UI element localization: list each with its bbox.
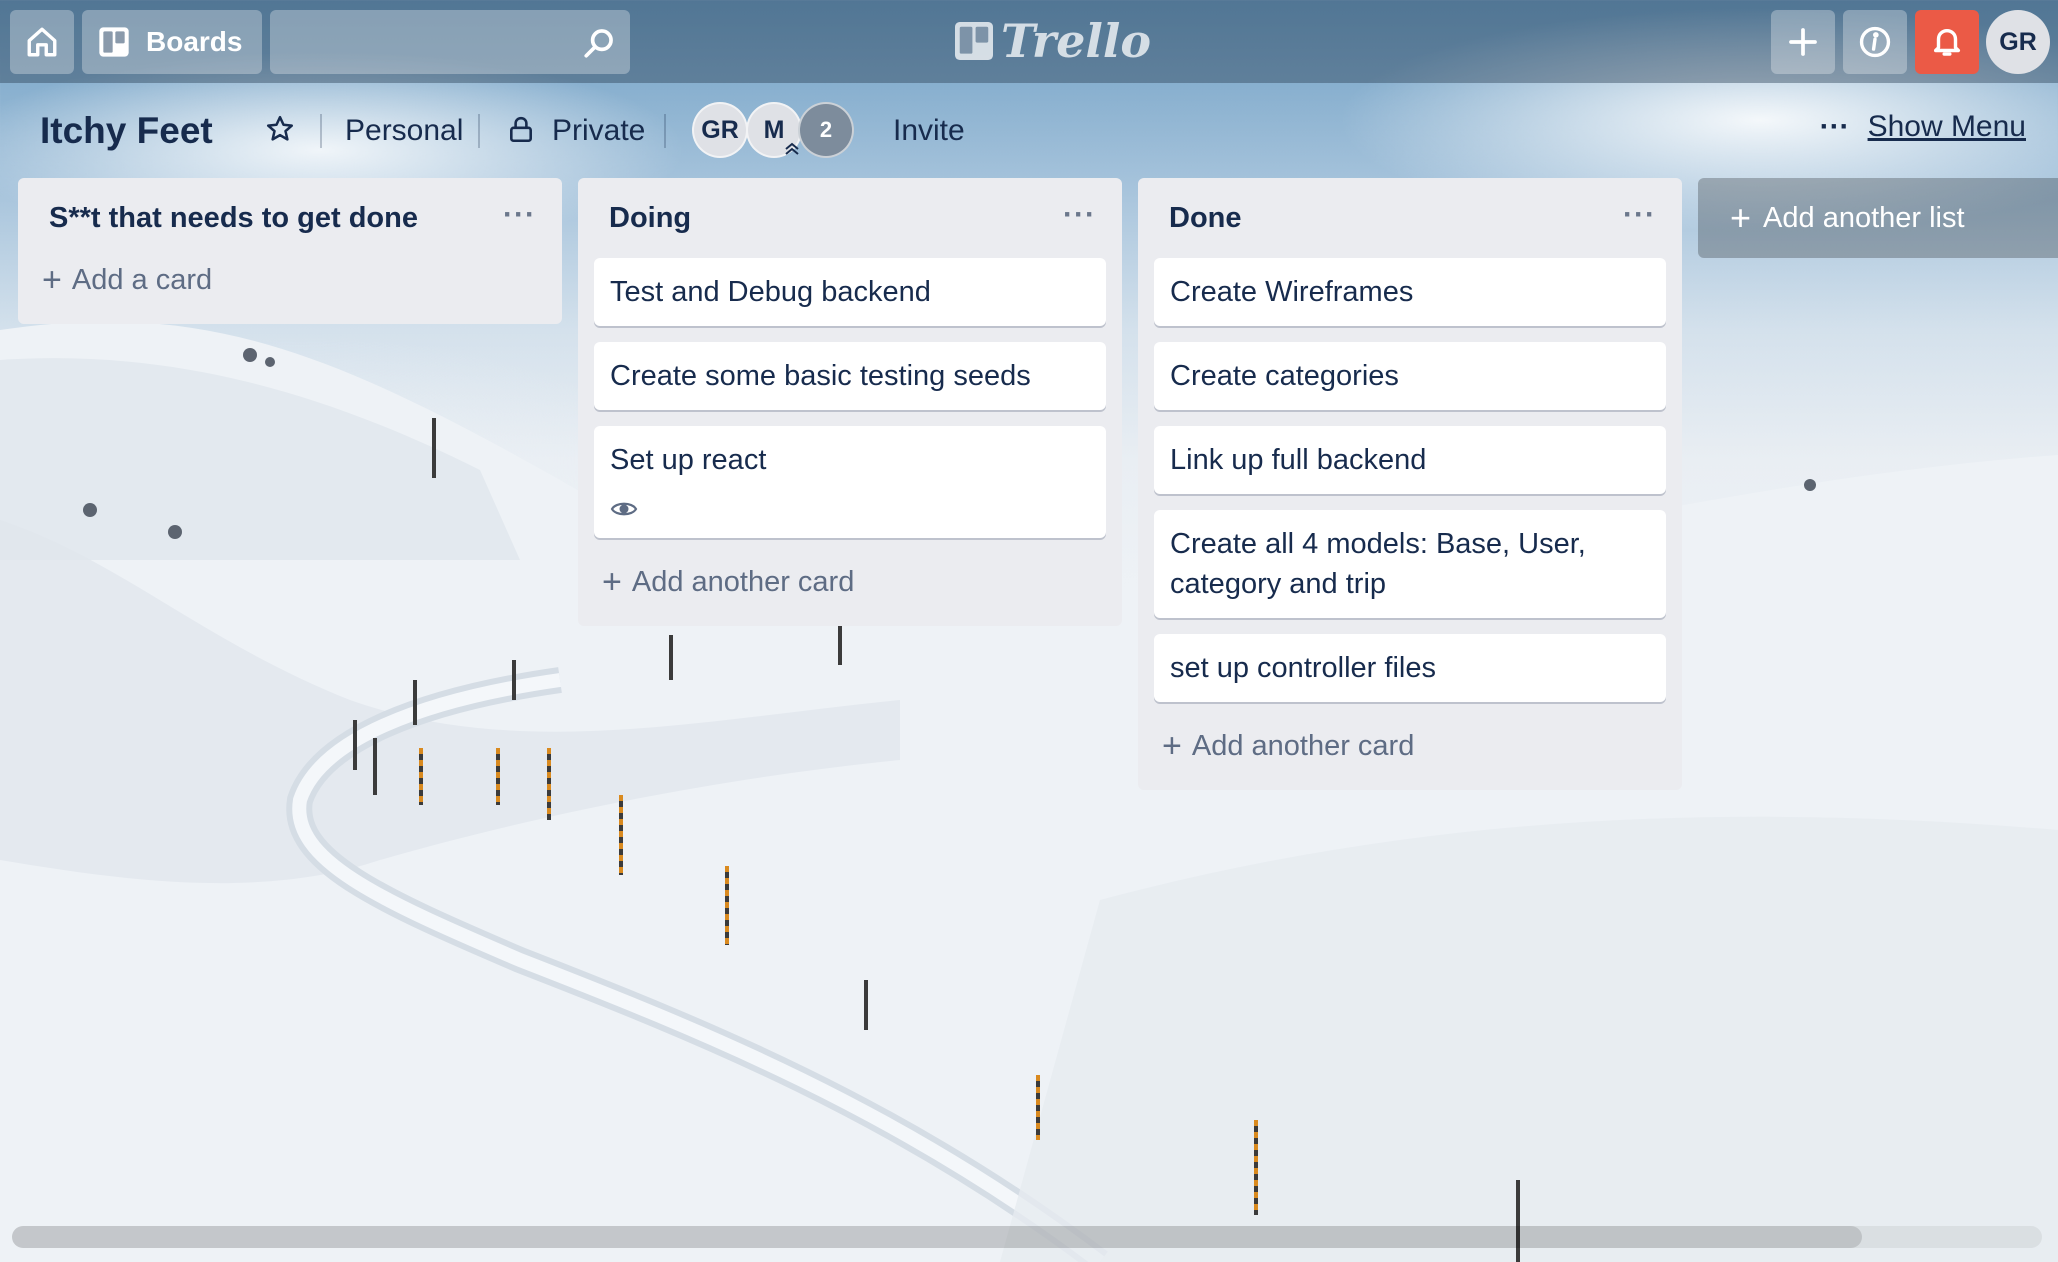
- list-done: Done ··· Create Wireframes Create catego…: [1138, 178, 1682, 790]
- list-header: Doing ···: [594, 178, 1106, 258]
- list-header: Done ···: [1154, 178, 1666, 258]
- card-title: Set up react: [610, 444, 767, 476]
- notifications-button[interactable]: [1915, 10, 1979, 74]
- info-button[interactable]: [1843, 10, 1907, 74]
- trello-logo-icon: [955, 22, 993, 60]
- logo-text: Trello: [1001, 14, 1152, 68]
- boards-label: Boards: [146, 26, 243, 57]
- add-card-button[interactable]: + Add another card: [594, 554, 1106, 610]
- trello-logo[interactable]: Trello: [955, 14, 1152, 68]
- top-navigation-bar: Boards Trello GR: [0, 0, 2058, 83]
- list-doing: Doing ··· Test and Debug backend Create …: [578, 178, 1122, 626]
- search-icon: [584, 29, 613, 58]
- list-menu-button[interactable]: ···: [503, 198, 536, 232]
- add-card-label: Add a card: [71, 263, 213, 296]
- boards-button[interactable]: Boards: [82, 10, 262, 74]
- header-divider: [320, 114, 322, 148]
- plus-icon: +: [1730, 197, 1752, 238]
- header-divider: [478, 114, 480, 148]
- list-title[interactable]: Doing: [609, 202, 691, 235]
- card[interactable]: Link up full backend: [1154, 426, 1666, 494]
- list-title[interactable]: Done: [1169, 202, 1242, 235]
- board-header: Itchy Feet Personal Private GR M 2 Invit…: [0, 100, 2058, 160]
- create-button[interactable]: [1771, 10, 1835, 74]
- eye-icon: [610, 502, 638, 516]
- list-header: S**t that needs to get done ···: [34, 178, 546, 258]
- home-icon: [27, 27, 57, 57]
- add-card-label: Add another card: [631, 565, 855, 598]
- show-menu-label: Show Menu: [1867, 110, 2026, 143]
- home-button[interactable]: [10, 10, 74, 74]
- card[interactable]: set up controller files: [1154, 634, 1666, 702]
- card-title: Create all 4 models: Base, User, categor…: [1170, 528, 1586, 600]
- card[interactable]: Set up react: [594, 426, 1106, 538]
- card-title: Test and Debug backend: [610, 276, 931, 308]
- add-list-button[interactable]: + Add another list: [1698, 178, 2058, 258]
- plus-icon: +: [602, 563, 622, 601]
- scrollbar-thumb[interactable]: [12, 1226, 1862, 1248]
- list-todo: S**t that needs to get done ··· + Add a …: [18, 178, 562, 324]
- list-title[interactable]: S**t that needs to get done: [49, 202, 418, 235]
- card[interactable]: Create Wireframes: [1154, 258, 1666, 326]
- star-icon[interactable]: [265, 114, 295, 144]
- more-icon: ···: [1819, 110, 1850, 143]
- plus-icon: [1789, 28, 1817, 56]
- privacy-button[interactable]: Private: [552, 114, 645, 148]
- add-card-label: Add another card: [1191, 729, 1415, 762]
- member-count-badge[interactable]: 2: [798, 102, 854, 158]
- card-badges: [610, 494, 1090, 524]
- card-title: Link up full backend: [1170, 444, 1427, 476]
- card[interactable]: Create all 4 models: Base, User, categor…: [1154, 510, 1666, 618]
- card[interactable]: Test and Debug backend: [594, 258, 1106, 326]
- boards-icon: [99, 27, 129, 57]
- member-avatar[interactable]: GR: [692, 102, 748, 158]
- add-list-label: Add another list: [1763, 201, 1965, 234]
- search-input[interactable]: [270, 10, 630, 74]
- card-title: set up controller files: [1170, 652, 1436, 684]
- card-title: Create some basic testing seeds: [610, 360, 1031, 392]
- admin-chevron-icon: [785, 142, 799, 155]
- horizontal-scrollbar[interactable]: [12, 1226, 2042, 1248]
- lock-icon: [510, 116, 532, 143]
- add-card-button[interactable]: + Add another card: [1154, 718, 1666, 774]
- list-menu-button[interactable]: ···: [1063, 198, 1096, 232]
- team-visibility-button[interactable]: Personal: [345, 114, 463, 148]
- user-avatar[interactable]: GR: [1986, 10, 2050, 74]
- bell-icon: [1933, 28, 1961, 56]
- plus-icon: +: [1162, 727, 1182, 765]
- add-card-button[interactable]: + Add a card: [34, 252, 546, 308]
- list-menu-button[interactable]: ···: [1623, 198, 1656, 232]
- card[interactable]: Create categories: [1154, 342, 1666, 410]
- header-divider: [664, 114, 666, 148]
- info-icon: [1859, 26, 1891, 58]
- card-title: Create categories: [1170, 360, 1399, 392]
- plus-icon: +: [42, 261, 62, 299]
- board-title[interactable]: Itchy Feet: [40, 110, 213, 152]
- show-menu-button[interactable]: ··· Show Menu: [1820, 110, 2026, 144]
- invite-button[interactable]: Invite: [893, 114, 965, 148]
- card[interactable]: Create some basic testing seeds: [594, 342, 1106, 410]
- card-title: Create Wireframes: [1170, 276, 1414, 308]
